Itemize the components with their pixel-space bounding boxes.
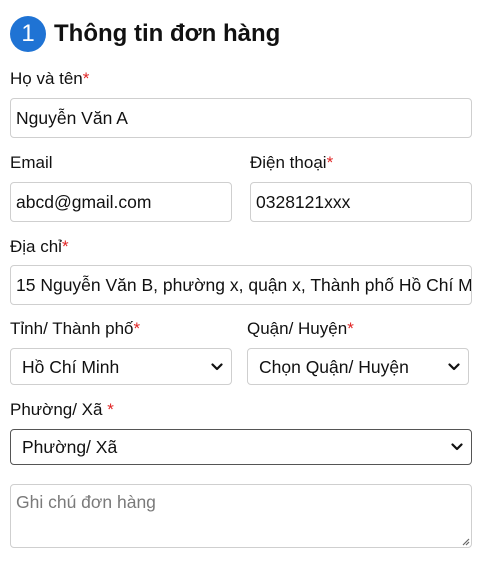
resize-grip-icon[interactable]: [460, 536, 470, 546]
required-marker: *: [82, 69, 90, 88]
ward-selected-value: Phường/ Xã: [22, 437, 118, 457]
full-name-input[interactable]: [10, 98, 472, 138]
address-label: Địa chỉ*: [10, 236, 69, 258]
required-marker: *: [326, 153, 334, 172]
province-selected-value: Hồ Chí Minh: [22, 357, 120, 377]
order-note-wrapper: [10, 484, 472, 548]
chevron-down-icon: [451, 443, 463, 451]
chevron-down-icon: [211, 362, 223, 370]
email-label: Email: [10, 152, 53, 174]
district-select[interactable]: Chọn Quận/ Huyện: [247, 348, 469, 385]
phone-input[interactable]: [250, 182, 472, 222]
email-input[interactable]: [10, 182, 232, 222]
required-marker: *: [107, 400, 114, 419]
chevron-down-icon: [448, 362, 460, 370]
order-note-textarea[interactable]: [10, 484, 472, 548]
section-title: Thông tin đơn hàng: [54, 20, 281, 47]
phone-label-text: Điện thoại: [250, 153, 327, 172]
province-select[interactable]: Hồ Chí Minh: [10, 348, 232, 385]
required-marker: *: [347, 319, 354, 338]
district-label-text: Quận/ Huyện: [247, 319, 348, 338]
full-name-label-text: Họ và tên: [10, 69, 83, 88]
full-name-label: Họ và tên*: [10, 68, 89, 90]
address-label-text: Địa chỉ: [10, 237, 62, 256]
email-label-text: Email: [10, 153, 53, 172]
address-input[interactable]: [10, 265, 472, 305]
district-selected-value: Chọn Quận/ Huyện: [259, 357, 409, 377]
step-number-badge: 1: [10, 16, 46, 52]
phone-label: Điện thoại*: [250, 152, 333, 174]
ward-label: Phường/ Xã *: [10, 399, 114, 421]
province-label: Tỉnh/ Thành phố*: [10, 318, 140, 340]
required-marker: *: [133, 319, 141, 338]
ward-label-text: Phường/ Xã: [10, 400, 103, 419]
district-label: Quận/ Huyện*: [247, 318, 354, 340]
province-label-text: Tỉnh/ Thành phố: [10, 319, 134, 338]
required-marker: *: [61, 237, 69, 256]
ward-select[interactable]: Phường/ Xã: [10, 429, 472, 465]
